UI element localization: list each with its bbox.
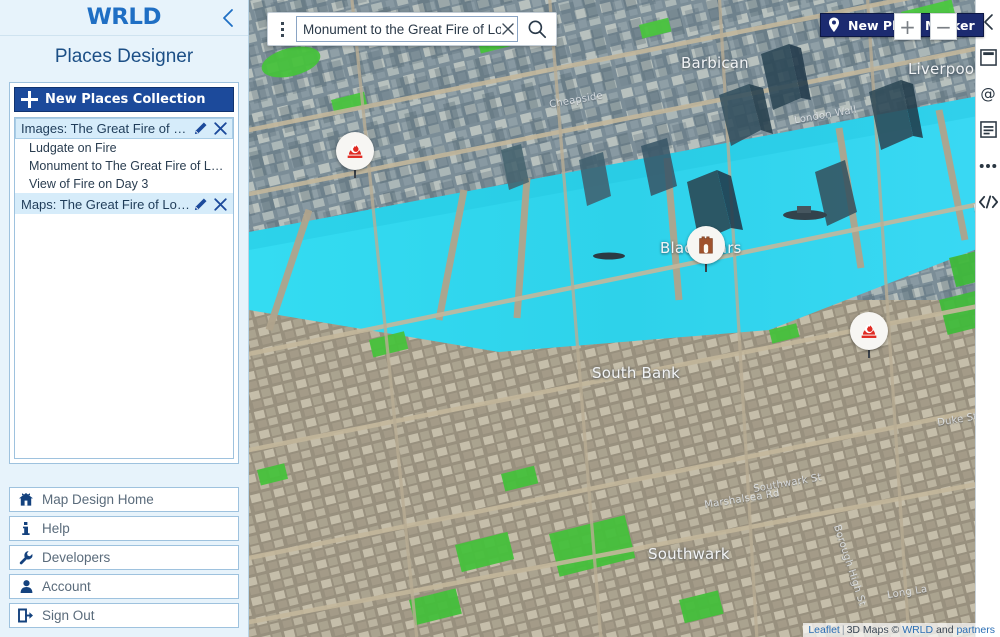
zoom-controls: + − [894,13,957,40]
places-panel: New Places Collection Images: The Great … [9,82,239,464]
zoom-in-button[interactable]: + [894,13,921,40]
zoom-out-button[interactable]: − [930,13,957,40]
collection-title: Images: The Great Fire of Lo... [21,121,193,136]
kebab-dot [281,34,284,37]
plus-icon [21,91,38,108]
search-toolbar [267,12,557,46]
search-icon [527,19,547,39]
new-places-collection-button[interactable]: New Places Collection [14,87,234,112]
close-icon[interactable] [213,121,228,136]
code-icon [979,194,998,210]
app-root: WRLD Places Designer New Places Collecti… [0,0,1000,637]
view-of-fire-marker[interactable] [850,312,888,358]
search-button[interactable] [518,12,556,46]
sidebar: WRLD Places Designer New Places Collecti… [0,0,249,637]
pencil-icon[interactable] [193,197,208,212]
close-icon[interactable] [213,197,228,212]
sidebar-nav: Map Design Home Help Developers [9,487,239,628]
collection-actions [193,197,228,212]
collection-header-images[interactable]: Images: The Great Fire of Lo... [15,118,233,139]
kebab-dot [281,28,284,31]
document-lines-icon [980,121,997,138]
sidebar-item-label: Developers [42,550,110,565]
pencil-icon[interactable] [193,121,208,136]
ludgate-on-fire-marker[interactable] [336,132,374,178]
sidebar-item-label: Sign Out [42,608,95,623]
fire-helmet-icon [344,140,366,162]
pin-circle [687,226,725,264]
monument-tower-icon [696,234,716,256]
sidebar-item-label: Map Design Home [42,492,154,507]
kebab-menu-icon[interactable] [268,12,296,46]
pin-circle [336,132,374,170]
kebab-dot [281,22,284,25]
wrld-logo: WRLD [87,7,161,29]
list-item[interactable]: View of Fire on Day 3 [15,175,233,193]
monument-marker[interactable] [687,226,725,272]
wrench-icon [17,550,35,566]
wrld-link[interactable]: WRLD [902,624,933,636]
attribution-text-middle: and [933,624,956,636]
svg-text:@: @ [980,85,995,103]
attribution-text: 3D Maps © [847,624,903,636]
rail-document-button[interactable] [979,120,998,139]
chevron-left-icon [221,8,235,28]
page-title: Places Designer [0,36,248,78]
map-pin-icon [825,16,843,34]
sidebar-item-map-design-home[interactable]: Map Design Home [9,487,239,512]
close-icon[interactable] [500,21,516,37]
rail-window-button[interactable] [979,48,998,67]
at-mention-icon: @ [979,85,997,103]
fire-helmet-icon [858,320,880,342]
collection-actions [193,121,228,136]
user-icon [17,579,35,595]
sidebar-header: WRLD [0,0,248,36]
ellipsis-icon [979,162,997,170]
sidebar-item-account[interactable]: Account [9,574,239,599]
rail-mention-button[interactable]: @ [979,84,998,103]
right-rail: @ [975,0,1000,637]
collections-list: Images: The Great Fire of Lo... Ludgate … [14,117,234,459]
list-item[interactable]: Monument to The Great Fire of London [15,157,233,175]
partners-link[interactable]: partners [956,624,995,636]
pin-circle [850,312,888,350]
map-attribution: Leaflet|3D Maps © WRLD and partners [803,623,1000,637]
window-icon [980,49,997,66]
collection-header-maps[interactable]: Maps: The Great Fire of Lon... [15,193,233,214]
sidebar-collapse-button[interactable] [218,8,238,28]
sidebar-item-sign-out[interactable]: Sign Out [9,603,239,628]
search-field[interactable] [296,16,518,42]
sidebar-item-help[interactable]: Help [9,516,239,541]
map-viewport[interactable]: Barbican Liverpool Street Blackfriars So… [249,0,1000,637]
sidebar-item-label: Help [42,521,70,536]
leaflet-link[interactable]: Leaflet [808,624,840,636]
list-item[interactable]: Ludgate on Fire [15,139,233,157]
rail-more-button[interactable] [979,156,998,175]
info-icon [17,521,35,537]
home-icon [17,492,35,508]
sign-out-icon [17,608,35,624]
sidebar-item-developers[interactable]: Developers [9,545,239,570]
rail-code-button[interactable] [979,192,998,211]
collection-title: Maps: The Great Fire of Lon... [21,197,193,212]
search-input[interactable] [297,17,517,41]
attribution-separator: | [842,624,845,636]
new-collection-label: New Places Collection [45,92,206,107]
sidebar-item-label: Account [42,579,91,594]
